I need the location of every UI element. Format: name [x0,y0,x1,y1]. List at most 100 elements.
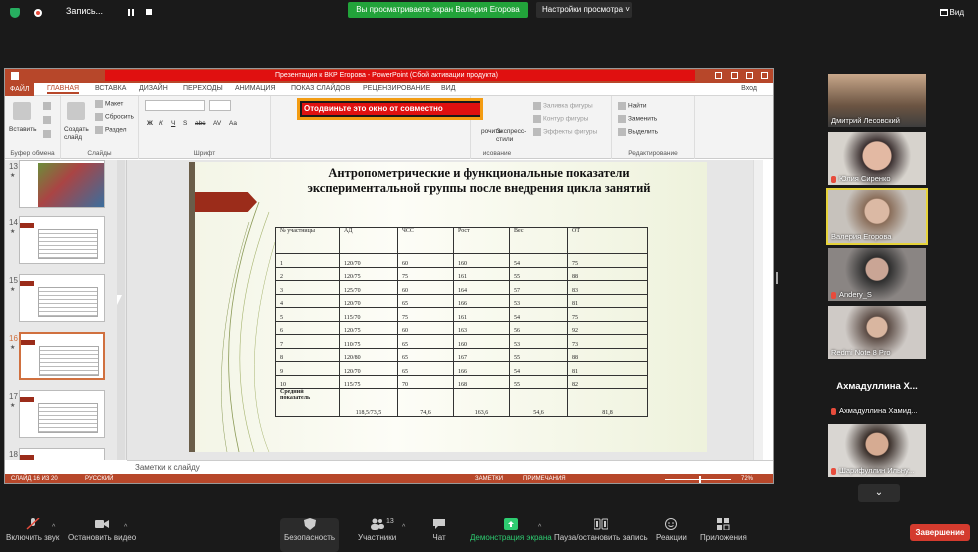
tab-view[interactable]: ВИД [441,85,455,92]
shield-icon [303,518,316,530]
close-icon[interactable] [761,72,768,79]
slide-thumbnail[interactable] [19,390,105,438]
find-button[interactable]: Найти [618,102,647,110]
end-meeting-button[interactable]: Завершение [910,524,970,541]
more-participants-button[interactable]: ⌄ [858,484,900,502]
italic-button[interactable]: К [159,120,163,127]
video-options-caret[interactable]: ^ [124,524,127,531]
participant-tile[interactable]: Юлия Сиренко [828,132,926,185]
cut-icon[interactable] [43,102,51,110]
slide-thumbnail[interactable] [19,448,105,460]
tab-animation[interactable]: АНИМАЦИЯ [235,85,276,92]
view-options-button[interactable]: Настройки просмотра ˅ [536,2,632,18]
notes-pane[interactable]: Заметки к слайду [127,460,773,474]
average-cell: 81,8 [567,388,648,417]
shape-fill-button[interactable]: Заливка фигуры [533,102,593,110]
zoom-slider[interactable] [665,479,731,480]
comments-toggle[interactable]: ПРИМЕЧАНИЯ [523,474,566,483]
apps-icon [717,518,730,530]
table-cell: 115/75 [339,374,398,389]
slide-thumbnail[interactable] [19,274,105,322]
shape-effects-button[interactable]: Эффекты фигуры [533,128,597,136]
paste-icon[interactable] [13,102,31,120]
fill-icon [533,102,541,110]
language-indicator[interactable]: РУССКИЙ [85,474,113,483]
new-slide-button[interactable]: Создать слайд [64,126,94,142]
bold-button[interactable]: Ж [147,120,153,127]
thumb-accent [20,397,34,402]
stop-recording-icon[interactable] [146,9,152,15]
shadow-button[interactable]: S [183,120,187,127]
share-warning-text: Отодвиньте это окно от совместно [302,103,480,115]
participants-options-caret[interactable]: ^ [402,524,405,531]
ppt-status-bar: СЛАЙД 16 ИЗ 20 РУССКИЙ ЗАМЕТКИ ПРИМЕЧАНИ… [5,474,773,483]
strikethrough-button[interactable]: abc [195,120,205,127]
participant-tile[interactable]: Шарифуллин Ильну... [828,424,926,477]
audio-options-caret[interactable]: ^ [52,524,55,531]
select-button[interactable]: Выделить [618,128,658,136]
maximize-icon[interactable] [746,72,753,79]
tab-transitions[interactable]: ПЕРЕХОДЫ [183,85,223,92]
participant-tile[interactable]: Redmi Note 8 Pro [828,306,926,359]
spacing-button[interactable]: AV [213,120,221,127]
sign-in-link[interactable]: Вход [741,85,757,92]
average-cell: 54,6 [509,388,568,417]
editor-scrollbar[interactable] [753,160,763,460]
share-options-caret[interactable]: ^ [538,524,541,531]
tab-insert[interactable]: ВСТАВКА [95,85,126,92]
case-button[interactable]: Aa [229,120,237,127]
participant-tile[interactable]: Andery_S [828,248,926,301]
pause-recording-button[interactable]: Пауза/остановить запись [554,518,648,542]
tab-home[interactable]: ГЛАВНАЯ [47,85,80,94]
current-slide[interactable]: Антропометрические и функциональные пока… [189,162,707,452]
express-styles-button[interactable]: Экспресс-стили [496,128,526,144]
save-icon[interactable] [11,72,19,80]
paste-button[interactable]: Вставить [9,126,37,133]
replace-button[interactable]: Заменить [618,115,657,123]
shape-outline-button[interactable]: Контур фигуры [533,115,588,123]
slide-thumbnail[interactable] [19,216,105,264]
slide-title[interactable]: Антропометрические и функциональные пока… [279,166,679,196]
share-screen-label: Демонстрация экрана [470,533,552,542]
layout-button[interactable]: Макет [95,100,123,108]
table-cell: 75 [397,266,454,281]
notes-toggle[interactable]: ЗАМЕТКИ [475,474,503,483]
minimize-icon[interactable] [731,72,738,79]
new-slide-icon[interactable] [67,102,85,120]
section-button[interactable]: Раздел [95,126,126,134]
reactions-button[interactable]: Реакции [656,518,687,542]
panel-resize-handle[interactable] [776,272,778,284]
slide-data-table[interactable]: № участницы АД ЧСС Рост Вес ОТ 1 120/70 60… [275,227,648,417]
tab-slideshow[interactable]: ПОКАЗ СЛАЙДОВ [291,85,350,92]
tab-design[interactable]: ДИЗАЙН [139,85,168,92]
copy-icon[interactable] [43,116,51,124]
view-icon[interactable] [940,9,948,16]
chat-button[interactable]: Чат [432,518,446,542]
security-button[interactable]: Безопасность [280,518,340,552]
slide-thumbnail[interactable] [19,160,105,208]
tab-review[interactable]: РЕЦЕНЗИРОВАНИЕ [363,85,430,92]
table-cell: 10 [275,374,340,389]
thumbnails-scrollbar[interactable] [117,160,125,460]
participant-tile-active-speaker[interactable]: Валерия Егорова [826,188,928,245]
zoom-slider-thumb[interactable] [699,476,702,483]
help-icon[interactable] [715,72,722,79]
shield-icon[interactable] [10,8,20,18]
zoom-level[interactable]: 72% [741,474,753,483]
editing-group: Найти Заменить Выделить Редактирование [611,96,695,159]
table-cell: 53 [509,293,568,308]
view-button[interactable]: Вид [950,8,964,17]
apps-button[interactable]: Приложения [700,518,747,542]
format-painter-icon[interactable] [43,130,51,138]
participant-tile[interactable]: Дмитрий Лесовский [828,74,926,127]
participant-tile[interactable]: Ахмадуллина Х... Ахмадуллина Хамид... [828,364,926,417]
slide-thumbnail-selected[interactable] [19,332,105,380]
tab-file[interactable]: ФАЙЛ [5,83,35,96]
table-row: 8 120/80 65 167 55 88 [275,347,648,362]
pause-recording-icon[interactable] [128,9,134,16]
effects-icon [533,128,541,136]
underline-button[interactable]: Ч [171,120,175,127]
font-size-select[interactable] [209,100,231,111]
reset-button[interactable]: Сбросить [95,113,134,121]
font-family-select[interactable] [145,100,205,111]
